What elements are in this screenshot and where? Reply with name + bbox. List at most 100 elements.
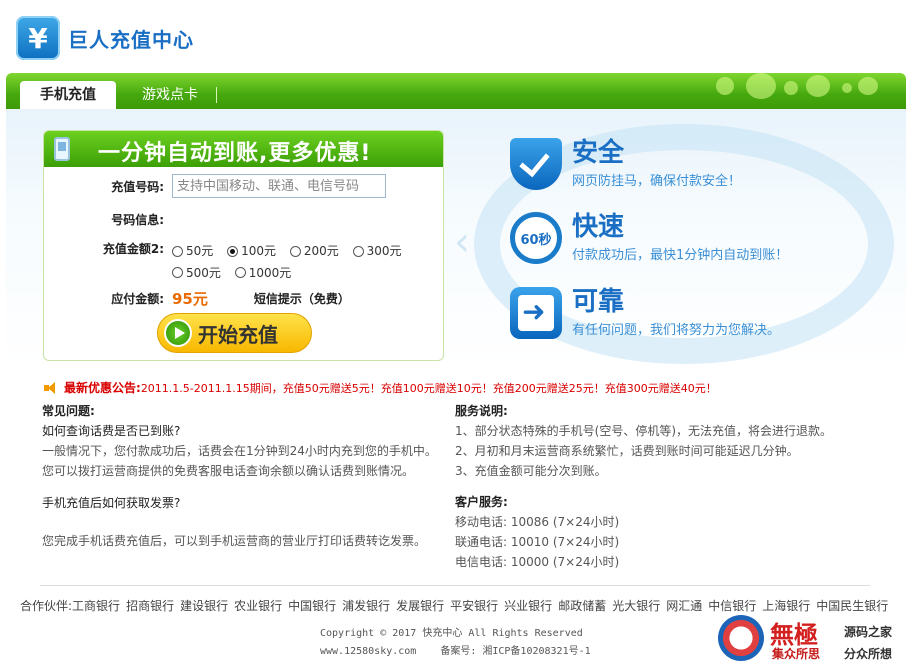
yen-logo-icon: ¥ bbox=[16, 16, 60, 60]
play-icon bbox=[164, 319, 192, 347]
amount-option-100[interactable]: 100元 bbox=[227, 241, 276, 261]
form-title: 一分钟自动到账,更多优惠! bbox=[98, 141, 372, 166]
radio-icon bbox=[234, 267, 246, 278]
watermark-logo-icon bbox=[718, 615, 764, 661]
amount-option-50[interactable]: 50元 bbox=[172, 241, 213, 261]
info-row: 号码信息: bbox=[44, 211, 164, 228]
feature-desc: 网页防挂马，确保付款安全！ bbox=[572, 174, 742, 189]
watermark-sub: 集众所思 bbox=[772, 647, 821, 661]
bank-link[interactable]: 邮政储蓄 bbox=[558, 599, 606, 613]
chevron-left-icon: ‹ bbox=[454, 219, 470, 265]
form-header: 一分钟自动到账,更多优惠! bbox=[44, 131, 443, 167]
amount-row: 充值金额2: 50元 100元 200元 300元 500元 1000元 bbox=[44, 241, 432, 284]
amount-label: 充值金额2: bbox=[102, 242, 164, 256]
copyright-block: Copyright © 2017 快充中心 All Rights Reserve… bbox=[320, 625, 591, 661]
promo-notice: 最新优惠公告: 2011.1.5-2011.1.15期间，充值50元赠送5元！充… bbox=[44, 379, 717, 396]
mobile-phone-icon bbox=[54, 137, 70, 161]
service-item: 3、充值金额可能分次到账。 bbox=[455, 464, 607, 478]
logo[interactable]: ¥ 巨人充值中心 bbox=[16, 16, 194, 60]
partners-label: 合作伙伴: bbox=[20, 599, 73, 613]
number-info-label: 号码信息: bbox=[111, 213, 164, 227]
support-heading: 客户服务: bbox=[455, 495, 508, 509]
pay-row: 应付金额: 95元 短信提示（免费） bbox=[44, 288, 350, 309]
feature-title: 可靠 bbox=[572, 287, 625, 317]
radio-icon bbox=[289, 245, 301, 257]
phone-label: 充值号码: bbox=[111, 179, 164, 194]
feature-title: 快速 bbox=[572, 212, 625, 242]
radio-icon bbox=[172, 245, 183, 257]
bank-link[interactable]: 建设银行 bbox=[180, 599, 228, 613]
pay-amount-value: 95元 bbox=[172, 290, 208, 308]
clock-60-icon: 60秒 bbox=[510, 212, 562, 264]
feature-reliable: 可靠 有任何问题，我们将努力为您解决。 bbox=[510, 287, 780, 339]
faq-heading: 常见问题: bbox=[42, 404, 95, 418]
icp-number[interactable]: 备案号: 湘ICP备10208321号-1 bbox=[440, 646, 590, 657]
tab-separator bbox=[216, 87, 217, 103]
faq-section: 常见问题: 如何查询话费是否已到账? 一般情况下，您付款成功后，话费会在1分钟到… bbox=[42, 401, 437, 551]
bank-link[interactable]: 兴业银行 bbox=[504, 599, 552, 613]
faq-answer: 您可以拨打运营商提供的免费客服电话查询余额以确认话费到账情况。 bbox=[42, 464, 415, 478]
recharge-form: 一分钟自动到账,更多优惠! 充值号码: 号码信息: 充值金额2: 50元 100… bbox=[43, 130, 444, 361]
amount-options: 50元 100元 200元 300元 500元 1000元 bbox=[172, 241, 432, 284]
radio-selected-icon bbox=[227, 245, 239, 257]
shield-check-icon bbox=[510, 138, 562, 190]
feature-secure: 安全 网页防挂马，确保付款安全！ bbox=[510, 138, 741, 190]
bank-link[interactable]: 中国银行 bbox=[288, 599, 336, 613]
bank-link[interactable]: 上海银行 bbox=[762, 599, 810, 613]
start-recharge-button[interactable]: 开始充值 bbox=[157, 313, 312, 353]
faq-question: 如何查询话费是否已到账? bbox=[42, 424, 181, 438]
radio-icon bbox=[172, 267, 183, 278]
support-line: 联通电话: 10010 (7×24小时) bbox=[455, 535, 620, 549]
faq-answer: 一般情况下，您付款成功后，话费会在1分钟到24小时内充到您的手机中。 bbox=[42, 444, 437, 458]
service-section: 服务说明: 1、部分状态特殊的手机号(空号、停机等)，无法充值，将会进行退款。 … bbox=[455, 401, 832, 481]
partner-banks: 合作伙伴:工商银行 招商银行 建设银行 农业银行 中国银行 浦发银行 发展银行 平安银行 兴业银… bbox=[20, 597, 894, 614]
main-nav: 手机充值 游戏点卡 bbox=[6, 73, 906, 109]
bank-link[interactable]: 网汇通 bbox=[666, 599, 702, 613]
notice-text: 2011.1.5-2011.1.15期间，充值50元赠送5元！充值100元赠送1… bbox=[140, 381, 717, 395]
bank-link[interactable]: 工商银行 bbox=[72, 599, 120, 613]
service-item: 1、部分状态特殊的手机号(空号、停机等)，无法充值，将会进行退款。 bbox=[455, 424, 833, 438]
sms-notice[interactable]: 短信提示（免费） bbox=[254, 290, 350, 307]
amount-option-1000[interactable]: 1000元 bbox=[234, 263, 291, 283]
service-item: 2、月初和月末运营商系统繁忙，话费到账时间可能延迟几分钟。 bbox=[455, 444, 799, 458]
notice-title: 最新优惠公告: bbox=[64, 381, 141, 395]
footer-divider bbox=[40, 585, 870, 586]
speaker-icon bbox=[44, 381, 58, 394]
copyright-text: Copyright © 2017 快充中心 All Rights Reserve… bbox=[320, 628, 583, 639]
watermark-right-bottom: 分众所想 bbox=[844, 647, 893, 661]
feature-fast: 60秒 快速 付款成功后，最快1分钟内自动到账！ bbox=[510, 212, 788, 264]
brand-name: 巨人充值中心 bbox=[68, 27, 194, 52]
bank-link[interactable]: 浦发银行 bbox=[342, 599, 390, 613]
feature-desc: 有任何问题，我们将努力为您解决。 bbox=[572, 323, 781, 338]
feature-title: 安全 bbox=[572, 138, 625, 168]
site-url[interactable]: www.12580sky.com bbox=[320, 646, 416, 657]
amount-option-200[interactable]: 200元 bbox=[289, 241, 339, 261]
feature-desc: 付款成功后，最快1分钟内自动到账！ bbox=[572, 248, 789, 263]
bank-link[interactable]: 中国民生银行 bbox=[816, 599, 888, 613]
nav-decoration bbox=[706, 73, 886, 109]
watermark-right-top: 源码之家 bbox=[844, 625, 893, 639]
faq-answer: 您完成手机话费充值后，可以到手机运营商的营业厅打印话费转讫发票。 bbox=[42, 534, 427, 548]
bank-link[interactable]: 平安银行 bbox=[450, 599, 498, 613]
bank-link[interactable]: 光大银行 bbox=[612, 599, 660, 613]
bank-link[interactable]: 农业银行 bbox=[234, 599, 282, 613]
radio-icon bbox=[352, 245, 364, 257]
amount-option-500[interactable]: 500元 bbox=[172, 263, 221, 283]
amount-option-300[interactable]: 300元 bbox=[352, 241, 401, 261]
arrow-right-icon bbox=[510, 287, 562, 339]
pay-amount-label: 应付金额: bbox=[111, 292, 164, 306]
bank-link[interactable]: 中信银行 bbox=[708, 599, 756, 613]
start-recharge-label: 开始充值 bbox=[198, 322, 278, 347]
phone-row: 充值号码: bbox=[44, 174, 386, 198]
bank-link[interactable]: 发展银行 bbox=[396, 599, 444, 613]
support-line: 电信电话: 10000 (7×24小时) bbox=[455, 555, 620, 569]
bank-link[interactable]: 招商银行 bbox=[126, 599, 174, 613]
tab-mobile-recharge[interactable]: 手机充值 bbox=[20, 81, 116, 109]
service-heading: 服务说明: bbox=[455, 404, 508, 418]
faq-question: 手机充值后如何获取发票? bbox=[42, 496, 181, 510]
tab-game-card[interactable]: 游戏点卡 bbox=[124, 81, 216, 109]
phone-number-input[interactable] bbox=[172, 174, 386, 198]
support-line: 移动电话: 10086 (7×24小时) bbox=[455, 515, 620, 529]
support-section: 客户服务: 移动电话: 10086 (7×24小时) 联通电话: 10010 (… bbox=[455, 492, 619, 572]
watermark: 無極 集众所思 源码之家 分众所想 bbox=[718, 613, 908, 665]
